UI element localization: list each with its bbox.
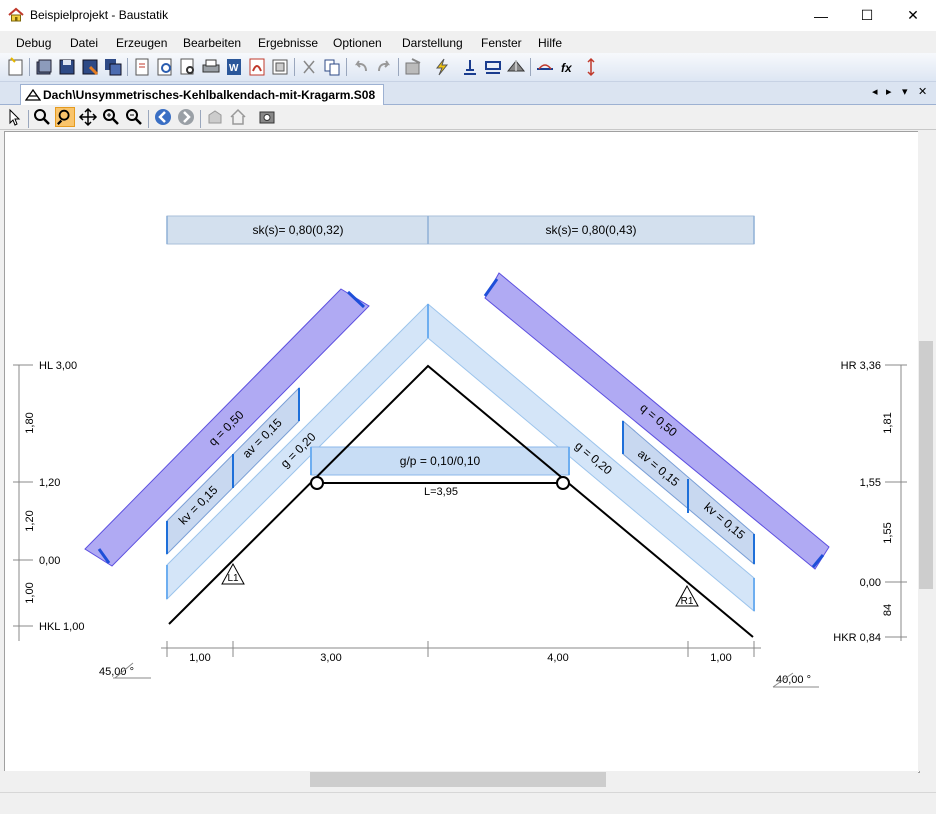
right-dim-3-label: 84 bbox=[882, 604, 894, 616]
copy-icon[interactable] bbox=[322, 57, 342, 77]
status-bar bbox=[0, 792, 936, 814]
menu-bearbeiten[interactable]: Bearbeiten bbox=[183, 36, 241, 50]
right-dim-1-label: 1,81 bbox=[882, 412, 894, 433]
title-bar: Beispielprojekt - Baustatik — ☐ ✕ bbox=[0, 0, 936, 31]
pdf-export-icon[interactable] bbox=[247, 57, 267, 77]
left-dim-1-label: 1,80 bbox=[24, 412, 36, 433]
minimize-button[interactable]: — bbox=[798, 0, 844, 31]
house-app-icon bbox=[8, 7, 24, 22]
maximize-button[interactable]: ☐ bbox=[844, 0, 890, 31]
pan-icon[interactable] bbox=[78, 107, 98, 127]
preview-zoom-icon[interactable] bbox=[178, 57, 198, 77]
level-right-1-label: 1,55 bbox=[860, 477, 881, 489]
document-tab[interactable]: Dach\Unsymmetrisches-Kehlbalkendach-mit-… bbox=[20, 84, 385, 105]
menu-hilfe[interactable]: Hilfe bbox=[538, 36, 562, 50]
zoom-window-icon[interactable] bbox=[32, 107, 52, 127]
svg-text:W: W bbox=[229, 63, 239, 74]
print-range-icon[interactable] bbox=[270, 57, 290, 77]
forward-arrow-icon[interactable] bbox=[176, 107, 196, 127]
menu-debug[interactable]: Debug bbox=[16, 36, 51, 50]
page-setup-icon[interactable] bbox=[132, 57, 152, 77]
horizontal-scrollbar[interactable] bbox=[4, 771, 918, 788]
redo-icon[interactable] bbox=[374, 57, 394, 77]
calculate-lightning-icon[interactable] bbox=[432, 57, 452, 77]
dimension-arrow-icon[interactable] bbox=[581, 57, 601, 77]
level-right-2-label: 0,00 bbox=[860, 577, 881, 589]
close-button[interactable]: ✕ bbox=[890, 0, 936, 31]
bottom-dim-3-label: 4,00 bbox=[547, 652, 568, 664]
svg-text:fx: fx bbox=[561, 61, 573, 75]
menu-bar: Debug Datei Erzeugen Bearbeiten Ergebnis… bbox=[0, 31, 936, 53]
print-preview-icon[interactable] bbox=[155, 57, 175, 77]
document-tab-strip: Dach\Unsymmetrisches-Kehlbalkendach-mit-… bbox=[0, 82, 936, 105]
drawing-canvas[interactable]: sk(s)= 0,80(0,32) sk(s)= 0,80(0,43) q = … bbox=[4, 131, 920, 773]
document-tab-label: Dach\Unsymmetrisches-Kehlbalkendach-mit-… bbox=[43, 88, 376, 102]
load-diagram-icon[interactable] bbox=[535, 57, 555, 77]
vertical-scroll-thumb[interactable] bbox=[919, 341, 933, 589]
select-pointer-icon[interactable] bbox=[5, 107, 25, 127]
level-hkr-label: HKR 0,84 bbox=[833, 632, 881, 644]
open-files-icon[interactable] bbox=[34, 57, 54, 77]
support-icon[interactable] bbox=[460, 57, 480, 77]
save-all-icon[interactable] bbox=[103, 57, 123, 77]
print-icon[interactable] bbox=[201, 57, 221, 77]
collar-load-label: g/p = 0,10/0,10 bbox=[400, 454, 481, 468]
collar-length-label: L=3,95 bbox=[424, 486, 458, 498]
save-icon[interactable] bbox=[57, 57, 77, 77]
angle-right-label: 40,00 ° bbox=[776, 674, 811, 686]
left-dim-3-label: 1,00 bbox=[24, 582, 36, 603]
level-left-1-label: 1,20 bbox=[39, 477, 60, 489]
bottom-dim-4-label: 1,00 bbox=[710, 652, 731, 664]
menu-ergebnisse[interactable]: Ergebnisse bbox=[258, 36, 318, 50]
back-arrow-icon[interactable] bbox=[153, 107, 173, 127]
tab-list-icon[interactable]: ▾ bbox=[902, 85, 908, 98]
snow-load-right-label: sk(s)= 0,80(0,43) bbox=[545, 223, 636, 237]
zoom-active-icon[interactable] bbox=[55, 107, 75, 127]
cut-icon[interactable] bbox=[299, 57, 319, 77]
view-toolbar bbox=[0, 105, 936, 130]
roof-truss-icon bbox=[25, 88, 41, 101]
tab-scroll-right-icon[interactable]: ▸ bbox=[886, 85, 892, 98]
menu-erzeugen[interactable]: Erzeugen bbox=[116, 36, 167, 50]
menu-datei[interactable]: Datei bbox=[70, 36, 98, 50]
horizontal-scroll-thumb[interactable] bbox=[310, 772, 606, 787]
view-3d-icon[interactable] bbox=[205, 107, 225, 127]
bottom-dim-1-label: 1,00 bbox=[189, 652, 210, 664]
bottom-dim-2-label: 3,00 bbox=[320, 652, 341, 664]
home-view-icon[interactable] bbox=[228, 107, 248, 127]
roof-section-icon[interactable] bbox=[506, 57, 526, 77]
right-dim-2-label: 1,55 bbox=[882, 522, 894, 543]
tab-scroll-left-icon[interactable]: ◂ bbox=[872, 85, 878, 98]
save-as-icon[interactable] bbox=[80, 57, 100, 77]
main-toolbar: W fx bbox=[0, 53, 936, 82]
menu-optionen[interactable]: Optionen bbox=[333, 36, 382, 50]
window-title: Beispielprojekt - Baustatik bbox=[30, 8, 169, 22]
vertical-scrollbar[interactable] bbox=[918, 131, 934, 771]
new-project-icon[interactable] bbox=[6, 57, 26, 77]
beam-icon[interactable] bbox=[483, 57, 503, 77]
level-hl-label: HL 3,00 bbox=[39, 360, 77, 372]
zoom-out-icon[interactable] bbox=[124, 107, 144, 127]
snow-load-left-label: sk(s)= 0,80(0,32) bbox=[252, 223, 343, 237]
left-dim-2-label: 1,20 bbox=[24, 510, 36, 531]
level-hkl-label: HKL 1,00 bbox=[39, 621, 84, 633]
level-hr-label: HR 3,36 bbox=[841, 360, 881, 372]
word-export-icon[interactable]: W bbox=[224, 57, 244, 77]
menu-darstellung[interactable]: Darstellung bbox=[402, 36, 463, 50]
roof-drawing: sk(s)= 0,80(0,32) sk(s)= 0,80(0,43) q = … bbox=[13, 215, 907, 688]
tab-close-icon[interactable]: ✕ bbox=[918, 85, 927, 98]
formula-icon[interactable]: fx bbox=[558, 57, 578, 77]
level-left-2-label: 0,00 bbox=[39, 555, 60, 567]
zoom-in-icon[interactable] bbox=[101, 107, 121, 127]
support-l1-label: L1 bbox=[227, 573, 239, 584]
settings-box-icon[interactable] bbox=[403, 57, 423, 77]
support-r1-label: R1 bbox=[681, 596, 694, 607]
menu-fenster[interactable]: Fenster bbox=[481, 36, 522, 50]
undo-icon[interactable] bbox=[351, 57, 371, 77]
camera-icon[interactable] bbox=[257, 107, 277, 127]
